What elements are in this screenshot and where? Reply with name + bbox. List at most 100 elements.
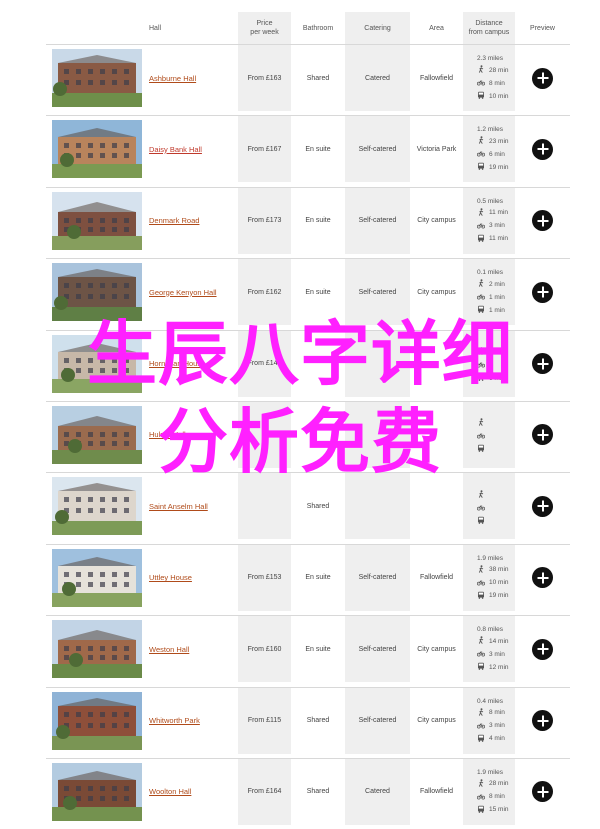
- preview-cell: [515, 688, 570, 754]
- preview-plus-icon[interactable]: [532, 710, 553, 732]
- cycle-time: 3 min: [476, 649, 505, 659]
- preview-plus-icon[interactable]: [532, 138, 553, 160]
- bus-time-value: 10 min: [489, 92, 509, 100]
- bathroom-cell: Shared: [306, 717, 330, 725]
- preview-cell: [515, 473, 570, 539]
- catering-cell: Self-catered: [345, 616, 410, 683]
- hall-link[interactable]: Whitworth Park: [149, 716, 200, 725]
- hall-link[interactable]: Denmark Road: [149, 216, 199, 225]
- price-cell: From £164: [238, 758, 291, 825]
- catering-cell: [345, 473, 410, 540]
- bathroom-cell: En suite: [305, 288, 331, 296]
- distance-cell: 0.5 miles 11 min 3 min 11 min: [463, 187, 515, 254]
- bus-time-value: 15 min: [489, 806, 509, 814]
- preview-plus-icon[interactable]: [532, 281, 553, 303]
- bus-icon: [477, 91, 485, 101]
- distance-miles: 1.9 miles: [477, 554, 504, 562]
- hall-link[interactable]: Hulme Hall: [149, 430, 186, 439]
- hall-thumbnail[interactable]: [46, 616, 146, 682]
- distance-miles: 1.2 miles: [477, 126, 504, 134]
- bus-icon: [477, 662, 485, 672]
- hall-thumbnail[interactable]: [46, 473, 146, 539]
- hall-photo: [52, 620, 142, 679]
- area-cell: [410, 402, 463, 468]
- hall-link[interactable]: Ashburne Hall: [149, 74, 196, 83]
- catering-cell: [345, 330, 410, 397]
- catering-cell: Self-catered: [345, 187, 410, 254]
- price-cell: From £115: [238, 687, 291, 754]
- hall-photo: [52, 263, 142, 322]
- preview-plus-icon[interactable]: [532, 781, 553, 803]
- bus-time: 10 min: [477, 91, 509, 101]
- bicycle-icon: [476, 721, 486, 731]
- preview-plus-icon[interactable]: [532, 353, 553, 375]
- preview-plus-icon[interactable]: [532, 210, 553, 232]
- bathroom-cell: Shared: [306, 74, 330, 82]
- hall-photo: [52, 548, 142, 607]
- cycle-time-value: 10 min: [489, 579, 509, 587]
- preview-plus-icon[interactable]: [532, 567, 553, 589]
- hall-link[interactable]: Saint Anselm Hall: [149, 502, 208, 511]
- preview-plus-icon[interactable]: [532, 495, 553, 517]
- preview-cell: [515, 188, 570, 254]
- bus-time-value: 19 min: [489, 163, 509, 171]
- walking-icon: [477, 707, 485, 718]
- cycle-time: [476, 431, 489, 441]
- hall-thumbnail[interactable]: [46, 688, 146, 754]
- catering-cell: Catered: [345, 758, 410, 825]
- bus-icon: [477, 305, 485, 315]
- preview-plus-icon[interactable]: [532, 67, 553, 89]
- cycle-time: 10 min: [476, 578, 509, 588]
- hall-link[interactable]: Woolton Hall: [149, 787, 191, 796]
- hall-link[interactable]: George Kenyon Hall: [149, 288, 217, 297]
- hall-thumbnail[interactable]: [46, 402, 146, 468]
- bus-time-value: 12 min: [489, 663, 509, 671]
- preview-plus-icon[interactable]: [532, 424, 553, 446]
- walking-icon: [477, 636, 485, 646]
- price-cell: From £153: [238, 544, 291, 611]
- hall-thumbnail[interactable]: [46, 188, 146, 254]
- bathroom-header: Bathroom: [302, 24, 334, 32]
- area-cell: Fallowfield: [419, 788, 454, 796]
- bus-time: 15 min: [477, 805, 509, 815]
- walking-icon: [477, 207, 485, 218]
- hall-thumbnail[interactable]: [46, 45, 146, 111]
- distance-cell: 1.9 miles 28 min 8 min 15 min: [463, 758, 515, 825]
- bathroom-cell: Shared: [306, 502, 330, 510]
- price-cell: From £162: [238, 259, 291, 326]
- cycle-time-value: 3 min: [489, 222, 505, 230]
- price-header: Price per week: [238, 12, 291, 44]
- hall-thumbnail[interactable]: [46, 259, 146, 325]
- preview-cell: [515, 759, 570, 825]
- walk-time-value: 28 min: [489, 66, 509, 74]
- hall-thumbnail[interactable]: [46, 545, 146, 611]
- area-cell: City campus: [417, 717, 456, 725]
- catering-cell: Self-catered: [345, 544, 410, 611]
- walking-icon: [477, 418, 485, 428]
- price-cell: From £163: [238, 45, 291, 111]
- preview-cell: [515, 402, 570, 468]
- walking-icon: [477, 490, 485, 500]
- hall-photo: [52, 405, 142, 464]
- area-cell: City campus: [417, 645, 456, 653]
- hall-link[interactable]: Weston Hall: [149, 645, 189, 654]
- distance-cell: 1.9 miles 38 min 10 min 19 min: [463, 544, 515, 611]
- walking-icon: [477, 279, 485, 289]
- hall-photo: [52, 49, 142, 107]
- hall-link[interactable]: Horniman House: [149, 359, 205, 368]
- preview-plus-icon[interactable]: [532, 638, 553, 660]
- hall-thumbnail[interactable]: [46, 759, 146, 825]
- table-row: Ashburne Hall From £163 Shared Catered F…: [46, 44, 570, 111]
- table-row: Horniman House From £149 6 min: [46, 329, 570, 397]
- area-cell: Fallowfield: [419, 574, 454, 582]
- hall-thumbnail[interactable]: [46, 116, 146, 182]
- walking-icon: [477, 779, 485, 789]
- hall-link[interactable]: Uttley House: [149, 573, 192, 582]
- hall-link[interactable]: Daisy Bank Hall: [149, 145, 202, 154]
- hall-thumbnail[interactable]: [46, 331, 146, 397]
- area-cell: City campus: [417, 217, 456, 225]
- bathroom-cell: En suite: [305, 645, 331, 653]
- distance-cell: 2.3 miles 28 min 8 min 10 min: [463, 45, 515, 111]
- bathroom-cell: [291, 402, 345, 468]
- bathroom-cell: En suite: [305, 574, 331, 582]
